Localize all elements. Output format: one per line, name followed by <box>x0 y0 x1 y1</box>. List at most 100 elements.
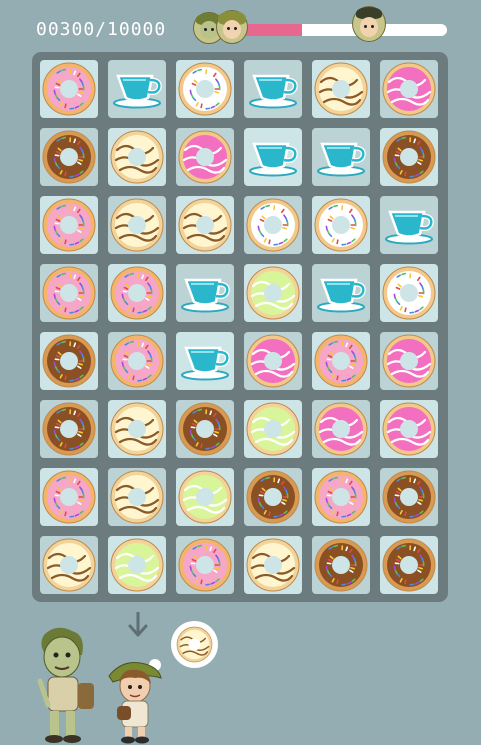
board-cell-r7-c6[interactable] <box>380 468 438 526</box>
board-cell-r4-c6[interactable] <box>380 264 438 322</box>
donut-vanilla-icon <box>110 198 164 252</box>
donut-white-icon <box>178 62 232 116</box>
donut-chocolate-icon <box>314 538 368 592</box>
board-cell-r6-c2[interactable] <box>108 400 166 458</box>
thought-bubble <box>171 621 218 668</box>
board-cell-r3-c2[interactable] <box>108 196 166 254</box>
donut-magenta-icon <box>382 402 436 456</box>
teacup-icon <box>317 142 366 177</box>
board-cell-r7-c4[interactable] <box>244 468 302 526</box>
donut-vanilla-icon <box>246 538 300 592</box>
board-cell-r4-c3[interactable] <box>176 264 234 322</box>
board-cell-r8-c4[interactable] <box>244 536 302 594</box>
hat-girl-character <box>108 662 162 744</box>
board-cell-r2-c1[interactable] <box>40 128 98 186</box>
board-cell-r7-c2[interactable] <box>108 468 166 526</box>
board-cell-r7-c1[interactable] <box>40 468 98 526</box>
donut-pink-icon <box>42 62 96 116</box>
donut-vanilla-icon <box>110 470 164 524</box>
board-cell-r6-c4[interactable] <box>244 400 302 458</box>
board-cell-r3-c3[interactable] <box>176 196 234 254</box>
donut-chocolate-icon <box>382 130 436 184</box>
donut-white-icon <box>314 198 368 252</box>
donut-chocolate-icon <box>246 470 300 524</box>
board-cell-r5-c6[interactable] <box>380 332 438 390</box>
board-cell-r1-c3[interactable] <box>176 60 234 118</box>
board-cell-r3-c5[interactable] <box>312 196 370 254</box>
donut-chocolate-icon <box>42 402 96 456</box>
board-cell-r4-c4[interactable] <box>244 264 302 322</box>
board-cell-r3-c6[interactable] <box>380 196 438 254</box>
board-cell-r4-c2[interactable] <box>108 264 166 322</box>
donut-chocolate-icon <box>178 402 232 456</box>
donut-vanilla-icon <box>178 198 232 252</box>
board-cell-r1-c4[interactable] <box>244 60 302 118</box>
board-cell-r8-c1[interactable] <box>40 536 98 594</box>
zombie-boy-character <box>37 627 94 743</box>
board-cell-r7-c3[interactable] <box>176 468 234 526</box>
donut-vanilla-icon <box>42 538 96 592</box>
donut-white-icon <box>382 266 436 320</box>
board-cell-r4-c5[interactable] <box>312 264 370 322</box>
board-cell-r2-c3[interactable] <box>176 128 234 186</box>
board-cell-r5-c5[interactable] <box>312 332 370 390</box>
board-cell-r2-c2[interactable] <box>108 128 166 186</box>
donut-green-icon <box>246 266 300 320</box>
board-cell-r6-c6[interactable] <box>380 400 438 458</box>
donut-vanilla-icon <box>110 130 164 184</box>
board-cell-r8-c5[interactable] <box>312 536 370 594</box>
teacup-icon <box>249 142 298 177</box>
board-cell-r4-c1[interactable] <box>40 264 98 322</box>
board-cell-r6-c1[interactable] <box>40 400 98 458</box>
board-cell-r5-c4[interactable] <box>244 332 302 390</box>
board-cell-r7-c5[interactable] <box>312 468 370 526</box>
hat-girl-avatar-icon <box>352 6 386 42</box>
donut-pink-icon <box>178 538 232 592</box>
teacup-icon <box>181 278 230 313</box>
board-cell-r6-c5[interactable] <box>312 400 370 458</box>
hud-bar: 00300/10000 <box>0 0 481 50</box>
board-cell-r1-c1[interactable] <box>40 60 98 118</box>
arrow-down-icon <box>128 612 148 637</box>
donut-chocolate-icon <box>382 470 436 524</box>
donut-magenta-icon <box>382 62 436 116</box>
board-cell-r8-c2[interactable] <box>108 536 166 594</box>
board-cell-r5-c3[interactable] <box>176 332 234 390</box>
donut-pink-icon <box>42 266 96 320</box>
donut-pink-icon <box>110 334 164 388</box>
zombie-girl-avatar-icon <box>216 10 248 44</box>
board-cell-r2-c5[interactable] <box>312 128 370 186</box>
donut-chocolate-icon <box>382 538 436 592</box>
board-cell-r2-c6[interactable] <box>380 128 438 186</box>
donut-magenta-icon <box>178 130 232 184</box>
donut-pink-icon <box>314 334 368 388</box>
board-cell-r6-c3[interactable] <box>176 400 234 458</box>
board-cell-r8-c3[interactable] <box>176 536 234 594</box>
board-cell-r5-c2[interactable] <box>108 332 166 390</box>
board-cell-r3-c1[interactable] <box>40 196 98 254</box>
donut-green-icon <box>178 470 232 524</box>
teacup-icon <box>113 74 162 109</box>
donut-white-icon <box>246 198 300 252</box>
donut-green-icon <box>246 402 300 456</box>
board-cell-r1-c2[interactable] <box>108 60 166 118</box>
donut-chocolate-icon <box>42 334 96 388</box>
target-donut-icon <box>176 626 213 663</box>
teacup-icon <box>181 346 230 381</box>
board-cell-r8-c6[interactable] <box>380 536 438 594</box>
donut-pink-icon <box>42 198 96 252</box>
donut-chocolate-icon <box>42 130 96 184</box>
donut-pink-icon <box>314 470 368 524</box>
board-cell-r2-c4[interactable] <box>244 128 302 186</box>
donut-green-icon <box>110 538 164 592</box>
board-cell-r5-c1[interactable] <box>40 332 98 390</box>
donut-pink-icon <box>110 266 164 320</box>
game-board <box>32 52 448 602</box>
board-cell-r3-c4[interactable] <box>244 196 302 254</box>
teacup-icon <box>249 74 298 109</box>
donut-vanilla-icon <box>314 62 368 116</box>
teacup-icon <box>385 210 434 245</box>
board-cell-r1-c5[interactable] <box>312 60 370 118</box>
board-cell-r1-c6[interactable] <box>380 60 438 118</box>
donut-magenta-icon <box>246 334 300 388</box>
